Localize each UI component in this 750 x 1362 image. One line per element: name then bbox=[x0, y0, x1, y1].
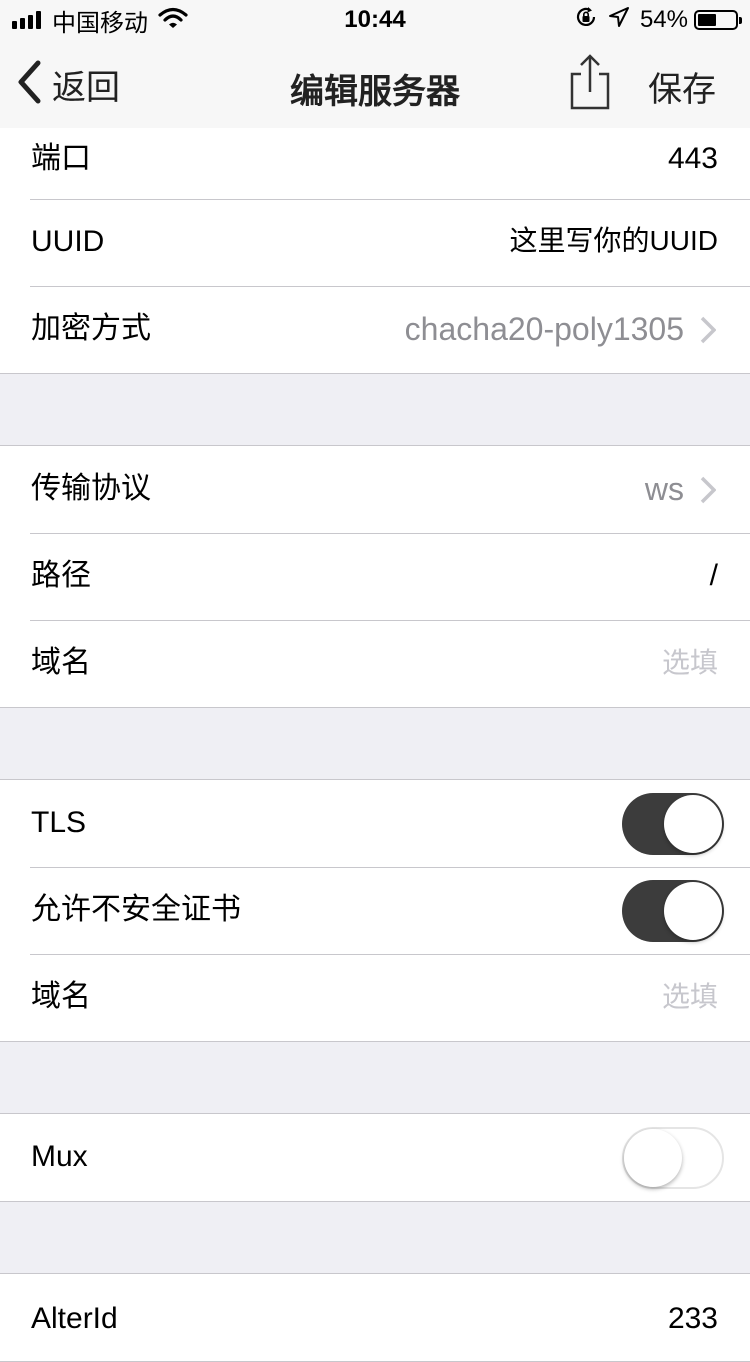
transport-value: ws bbox=[644, 471, 684, 507]
path-value[interactable]: / bbox=[710, 557, 718, 595]
battery-icon bbox=[694, 10, 742, 30]
encryption-row[interactable]: 加密方式 chacha20-poly1305 bbox=[0, 286, 750, 373]
encryption-label: 加密方式 bbox=[31, 312, 151, 345]
uuid-label: UUID bbox=[31, 225, 105, 258]
port-row[interactable]: 端口 443 bbox=[0, 128, 750, 199]
tls-domain-label: 域名 bbox=[31, 980, 91, 1013]
chevron-right-icon bbox=[700, 476, 717, 509]
alterid-value[interactable]: 233 bbox=[668, 1300, 718, 1338]
share-icon bbox=[568, 54, 612, 116]
share-button[interactable] bbox=[568, 54, 612, 117]
ws-domain-label: 域名 bbox=[31, 646, 91, 679]
allow-insecure-row: 允许不安全证书 bbox=[0, 867, 750, 954]
settings-list: 端口 443 UUID 这里写你的UUID 加密方式 chacha20-poly… bbox=[0, 128, 750, 1362]
transport-section: 传输协议 ws 路径 / 域名 选填 bbox=[0, 445, 750, 708]
chevron-left-icon bbox=[16, 60, 42, 109]
ws-domain-row[interactable]: 域名 选填 bbox=[0, 620, 750, 707]
server-basic-section: 端口 443 UUID 这里写你的UUID 加密方式 chacha20-poly… bbox=[0, 128, 750, 374]
mux-section: Mux bbox=[0, 1113, 750, 1202]
alterid-section: AlterId 233 bbox=[0, 1273, 750, 1362]
save-button[interactable]: 保存 bbox=[648, 62, 716, 111]
navigation-bar: 返回 编辑服务器 保存 bbox=[0, 40, 750, 129]
mux-row: Mux bbox=[0, 1114, 750, 1201]
path-label: 路径 bbox=[31, 559, 91, 592]
location-icon bbox=[608, 6, 640, 35]
transport-row[interactable]: 传输协议 ws bbox=[0, 446, 750, 533]
uuid-value[interactable]: 这里写你的UUID bbox=[510, 222, 718, 260]
ws-domain-input[interactable]: 选填 bbox=[662, 644, 718, 682]
tls-label: TLS bbox=[31, 806, 87, 839]
status-right: 54% bbox=[574, 5, 742, 36]
back-button[interactable]: 返回 bbox=[16, 60, 120, 109]
port-value[interactable]: 443 bbox=[668, 140, 718, 178]
status-bar: 中国移动 10:44 54% bbox=[0, 0, 750, 40]
tls-domain-row[interactable]: 域名 选填 bbox=[0, 954, 750, 1041]
alterid-label: AlterId bbox=[31, 1302, 118, 1335]
path-row[interactable]: 路径 / bbox=[0, 533, 750, 620]
tls-toggle[interactable] bbox=[622, 793, 724, 855]
rotation-lock-icon bbox=[574, 5, 608, 36]
tls-domain-input[interactable]: 选填 bbox=[662, 978, 718, 1016]
chevron-right-icon bbox=[700, 316, 717, 349]
tls-row: TLS bbox=[0, 780, 750, 867]
mux-label: Mux bbox=[31, 1140, 88, 1173]
port-label: 端口 bbox=[31, 142, 91, 175]
allow-insecure-label: 允许不安全证书 bbox=[31, 893, 241, 926]
transport-label: 传输协议 bbox=[31, 472, 151, 505]
battery-percent: 54% bbox=[639, 6, 688, 33]
mux-toggle[interactable] bbox=[622, 1127, 724, 1189]
alterid-row[interactable]: AlterId 233 bbox=[0, 1274, 750, 1361]
tls-section: TLS 允许不安全证书 域名 选填 bbox=[0, 779, 750, 1042]
encryption-value: chacha20-poly1305 bbox=[404, 311, 684, 347]
battery-fill bbox=[698, 14, 716, 26]
allow-insecure-toggle[interactable] bbox=[622, 880, 724, 942]
back-label: 返回 bbox=[52, 68, 120, 107]
uuid-row[interactable]: UUID 这里写你的UUID bbox=[0, 199, 750, 286]
